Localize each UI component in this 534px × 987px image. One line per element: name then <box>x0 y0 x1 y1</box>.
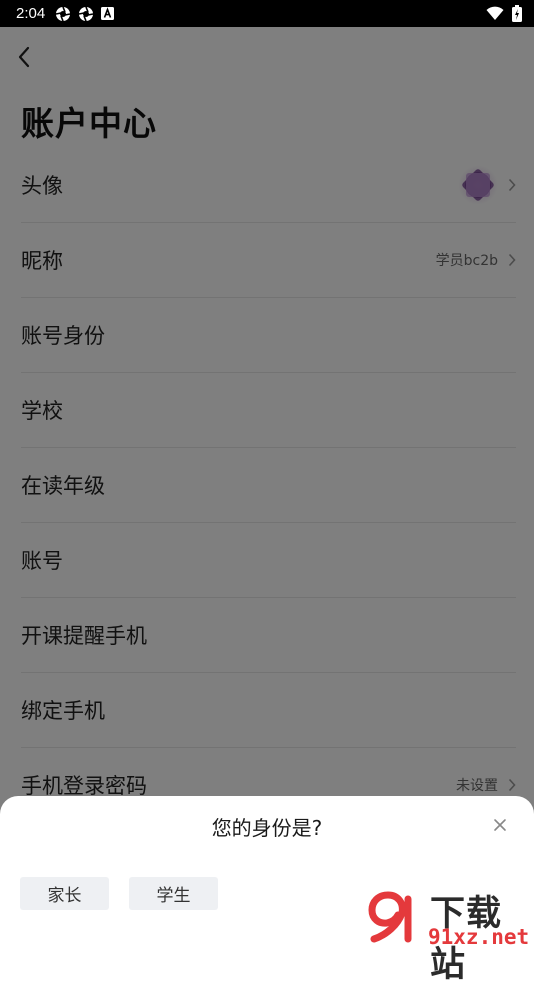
status-icons <box>55 6 115 22</box>
aperture-icon <box>56 6 71 21</box>
status-right <box>486 5 522 22</box>
sheet-title: 您的身份是? <box>211 816 323 840</box>
aperture-icon <box>79 6 94 21</box>
a-box-icon <box>101 7 115 20</box>
status-bar: 2:04 <box>0 0 534 27</box>
option-parent-button[interactable]: 家长 <box>20 877 109 910</box>
wifi-icon <box>486 6 504 20</box>
close-icon <box>494 819 506 831</box>
status-time: 2:04 <box>16 5 46 22</box>
logo-nine-icon <box>368 891 412 943</box>
option-student-button[interactable]: 学生 <box>129 877 218 910</box>
watermark: 下载站 91xz.net <box>360 883 532 985</box>
close-button[interactable] <box>490 815 510 835</box>
watermark-url: 91xz.net <box>428 925 530 949</box>
battery-icon <box>512 5 522 22</box>
